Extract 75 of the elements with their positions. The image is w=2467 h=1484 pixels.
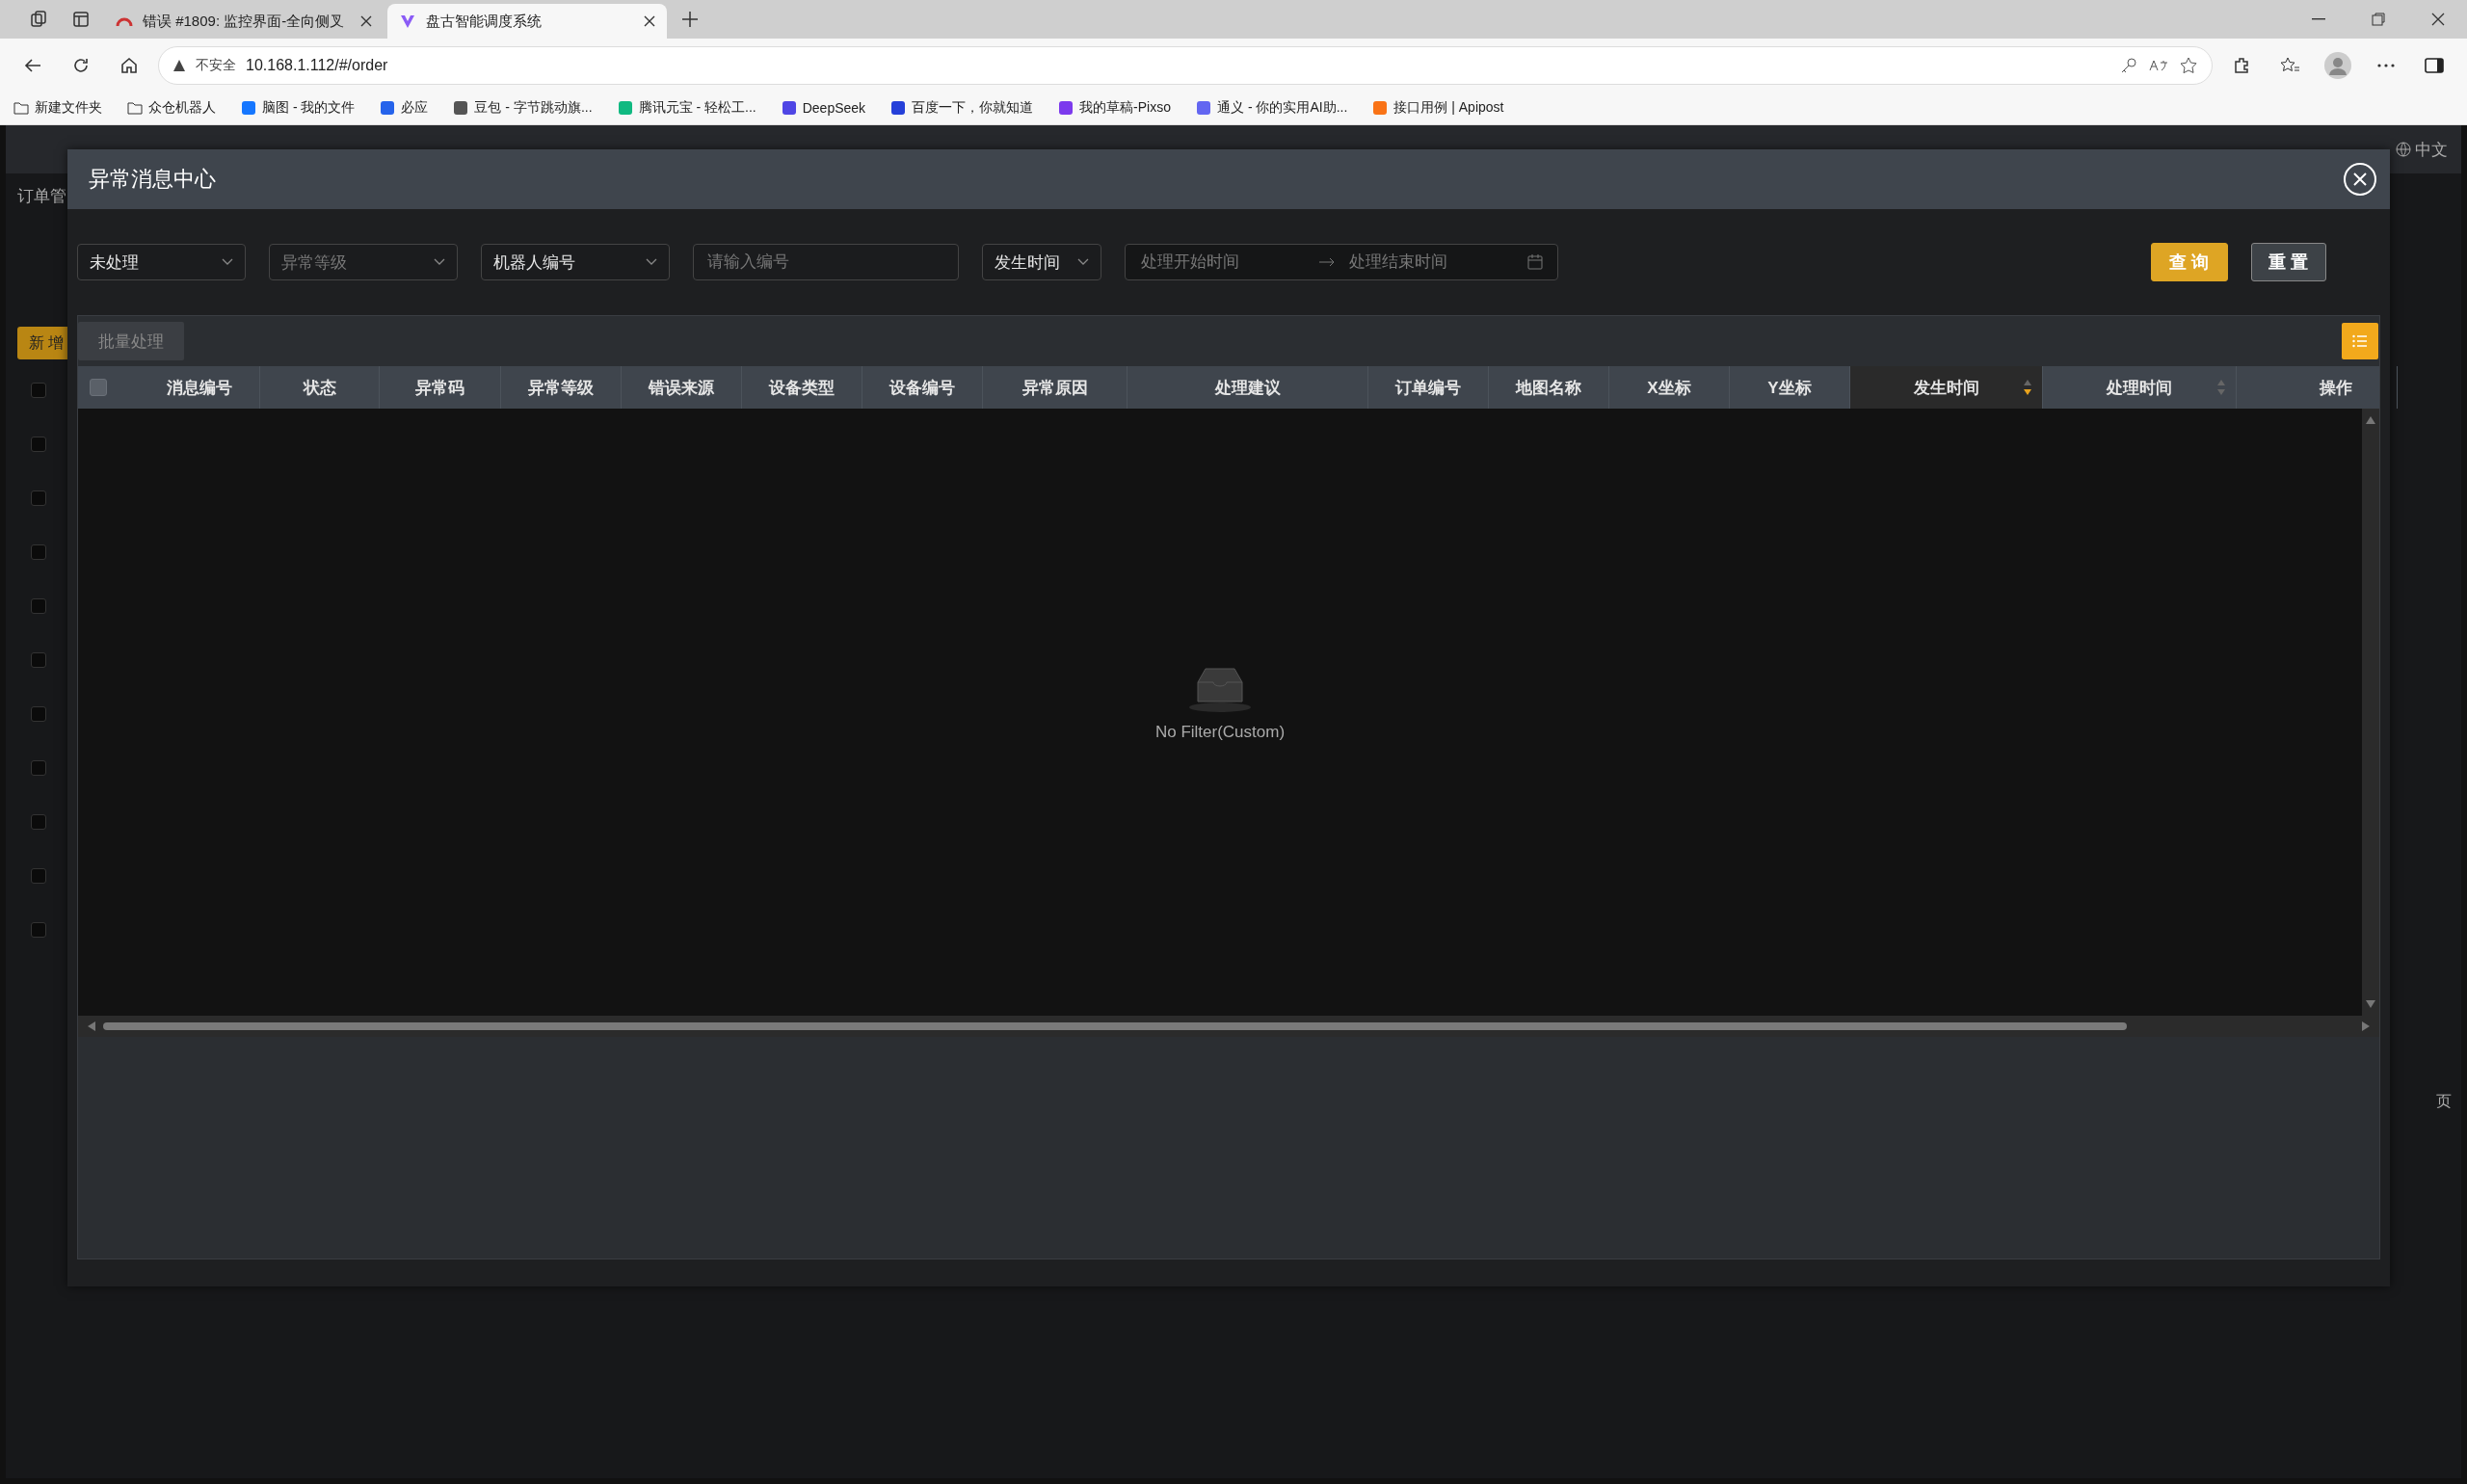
pager-text: 页 bbox=[2436, 1092, 2452, 1111]
select-field[interactable]: 机器人编号 bbox=[481, 244, 670, 280]
select-field[interactable]: 异常等级 bbox=[269, 244, 458, 280]
folder-icon bbox=[13, 100, 29, 116]
column-header[interactable]: 发生时间 bbox=[1850, 366, 2043, 409]
select-all-checkbox[interactable] bbox=[90, 379, 107, 396]
language-label: 中文 bbox=[2415, 139, 2448, 161]
row-checkbox[interactable] bbox=[31, 490, 46, 506]
row-checkbox[interactable] bbox=[31, 383, 46, 398]
browser-tab[interactable]: 盘古智能调度系统 bbox=[387, 4, 667, 39]
start-date-input[interactable]: 处理开始时间 bbox=[1139, 252, 1307, 273]
bookmark-link[interactable]: 腾讯元宝 - 轻松工... bbox=[617, 99, 756, 117]
bookmark-link[interactable]: 接口用例 | Apipost bbox=[1372, 99, 1504, 117]
row-checkbox[interactable] bbox=[31, 544, 46, 560]
scroll-left-icon[interactable] bbox=[88, 1021, 95, 1031]
close-icon bbox=[2352, 172, 2368, 187]
chevron-down-icon bbox=[222, 258, 233, 266]
scroll-right-icon[interactable] bbox=[2362, 1021, 2370, 1031]
bookmark-link[interactable]: 必应 bbox=[380, 99, 429, 117]
site-icon bbox=[1058, 100, 1074, 116]
arrow-right-icon bbox=[1318, 257, 1336, 267]
calendar-icon bbox=[1526, 253, 1544, 271]
key-icon[interactable] bbox=[2119, 55, 2138, 75]
reset-button[interactable]: 重 置 bbox=[2251, 243, 2326, 281]
bookmark-link[interactable]: 豆包 - 字节跳动旗... bbox=[453, 99, 593, 117]
folder-icon bbox=[127, 100, 143, 116]
date-range-field[interactable]: 处理开始时间 处理结束时间 bbox=[1125, 244, 1558, 280]
dialog-title: 异常消息中心 bbox=[89, 166, 216, 193]
select-field[interactable]: 未处理 bbox=[77, 244, 246, 280]
empty-text: No Filter(Custom) bbox=[1154, 723, 1286, 742]
input-field[interactable]: 请输入编号 bbox=[693, 244, 959, 280]
row-checkbox[interactable] bbox=[31, 814, 46, 830]
scroll-up-icon[interactable] bbox=[2366, 416, 2375, 424]
chevron-down-icon bbox=[646, 258, 657, 266]
bookmark-link[interactable]: 百度一下，你就知道 bbox=[890, 99, 1034, 117]
bookmark-link[interactable]: 脑图 - 我的文件 bbox=[241, 99, 356, 117]
row-checkbox[interactable] bbox=[31, 922, 46, 938]
bookmark-link[interactable]: 我的草稿-Pixso bbox=[1058, 99, 1171, 117]
site-icon bbox=[1372, 100, 1389, 116]
row-checkbox[interactable] bbox=[31, 437, 46, 452]
globe-icon bbox=[2396, 142, 2411, 157]
row-checkbox[interactable] bbox=[31, 652, 46, 668]
end-date-input[interactable]: 处理结束时间 bbox=[1347, 252, 1515, 273]
url-text[interactable]: 10.168.1.112/#/order bbox=[246, 56, 388, 74]
warning-icon[interactable] bbox=[172, 58, 186, 72]
close-button[interactable] bbox=[2344, 163, 2376, 196]
horizontal-scrollbar[interactable] bbox=[78, 1016, 2379, 1037]
breadcrumb-text: 订单管 bbox=[17, 186, 67, 207]
security-warning[interactable]: 不安全 bbox=[196, 56, 236, 74]
sort-icon[interactable] bbox=[2023, 379, 2032, 396]
site-icon bbox=[241, 100, 256, 116]
row-checkbox[interactable] bbox=[31, 598, 46, 614]
scroll-down-icon[interactable] bbox=[2366, 1000, 2375, 1008]
row-checkbox[interactable] bbox=[31, 868, 46, 884]
site-icon bbox=[380, 100, 396, 116]
star-icon[interactable] bbox=[2179, 55, 2198, 75]
chevron-down-icon bbox=[434, 258, 445, 266]
site-icon bbox=[781, 100, 797, 116]
site-icon bbox=[890, 100, 907, 116]
select-field[interactable]: 发生时间 bbox=[982, 244, 1101, 280]
site-icon bbox=[453, 100, 469, 116]
bookmark-link[interactable]: DeepSeek bbox=[781, 100, 866, 116]
site-icon bbox=[399, 13, 416, 30]
row-checkbox[interactable] bbox=[31, 706, 46, 722]
vertical-scrollbar[interactable] bbox=[2362, 409, 2379, 1016]
bookmark-link[interactable]: 众仓机器人 bbox=[127, 99, 216, 117]
chevron-down-icon bbox=[1077, 258, 1089, 266]
browser-tab[interactable]: 错误 #1809: 监控界面-全向侧叉 bbox=[104, 4, 384, 39]
site-icon bbox=[1196, 100, 1211, 116]
site-icon bbox=[617, 100, 633, 116]
bookmark-link[interactable]: 通义 - 你的实用AI助... bbox=[1196, 99, 1348, 117]
row-checkbox[interactable] bbox=[31, 760, 46, 776]
close-icon[interactable] bbox=[644, 15, 655, 27]
close-icon[interactable] bbox=[360, 15, 372, 27]
bookmark-link[interactable]: 新建文件夹 bbox=[13, 99, 102, 117]
